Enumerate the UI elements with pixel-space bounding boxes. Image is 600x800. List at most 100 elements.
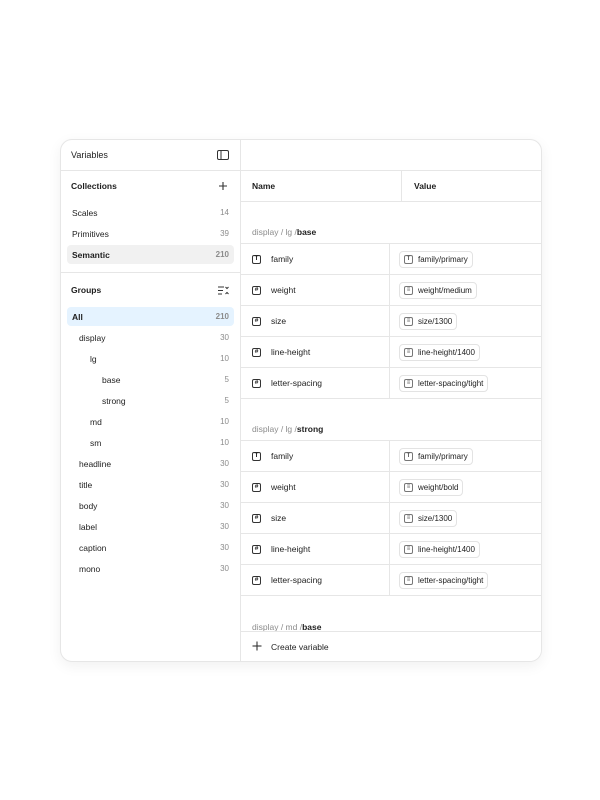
variable-name: weight xyxy=(271,285,296,295)
sidebar: Variables Collections Scales 14 Primitiv… xyxy=(61,140,241,661)
number-type-icon: # xyxy=(252,347,261,357)
collection-item-scales[interactable]: Scales 14 xyxy=(67,203,234,222)
group-path-heading: display / lg / base xyxy=(241,202,541,244)
create-variable-button[interactable]: Create variable xyxy=(241,631,541,661)
column-header-name[interactable]: Name xyxy=(241,171,402,201)
add-collection-icon[interactable] xyxy=(216,179,230,193)
collections-label: Collections xyxy=(71,181,117,191)
panel-title: Variables xyxy=(71,150,108,160)
group-item-sm[interactable]: sm 10 xyxy=(67,433,234,452)
table-row[interactable]: # size ≡ size/1300 xyxy=(241,503,541,534)
number-type-icon: ≡ xyxy=(404,544,413,554)
create-variable-label: Create variable xyxy=(271,641,329,652)
alias-chip[interactable]: ≡ line-height/1400 xyxy=(399,540,480,558)
group-item-body[interactable]: body 30 xyxy=(67,496,234,515)
text-type-icon: T xyxy=(252,451,261,461)
group-path: display / lg / xyxy=(252,424,297,434)
group-item-md[interactable]: md 10 xyxy=(67,412,234,431)
collections-section: Collections Scales 14 Primitives 39 Sema… xyxy=(61,171,240,273)
table-row[interactable]: Tfamily Tfamily/primary xyxy=(241,244,541,275)
group-item-lg[interactable]: lg 10 xyxy=(67,349,234,368)
alias-value: weight/bold xyxy=(418,482,459,492)
group-item-headline[interactable]: headline 30 xyxy=(67,454,234,473)
table-row[interactable]: # weight ≡ weight/bold xyxy=(241,472,541,503)
group-count: 30 xyxy=(220,501,229,510)
table-row[interactable]: # letter-spacing ≡ letter-spacing/tight xyxy=(241,368,541,399)
group-count: 210 xyxy=(215,312,229,321)
alias-chip[interactable]: Tfamily/primary xyxy=(399,250,473,268)
alias-value: line-height/1400 xyxy=(418,544,475,554)
collection-count: 14 xyxy=(220,208,229,217)
alias-value: family/primary xyxy=(418,254,468,264)
alias-value: letter-spacing/tight xyxy=(418,575,484,585)
alias-chip[interactable]: ≡ letter-spacing/tight xyxy=(399,571,489,589)
group-item-title[interactable]: title 30 xyxy=(67,475,234,494)
group-label: display xyxy=(79,332,106,343)
group-path-leaf: strong xyxy=(296,424,324,434)
group-item-strong[interactable]: strong 5 xyxy=(67,391,234,410)
alias-value: line-height/1400 xyxy=(418,347,475,357)
group-item-caption[interactable]: caption 30 xyxy=(67,538,234,557)
alias-chip[interactable]: ≡ letter-spacing/tight xyxy=(399,374,489,392)
alias-chip[interactable]: ≡ size/1300 xyxy=(399,509,458,527)
collection-item-semantic[interactable]: Semantic 210 xyxy=(67,245,234,264)
table-row[interactable]: # line-height ≡ line-height/1400 xyxy=(241,337,541,368)
variable-name: line-height xyxy=(271,544,311,554)
table-row[interactable]: # line-height ≡ line-height/1400 xyxy=(241,534,541,565)
alias-chip[interactable]: ≡ line-height/1400 xyxy=(399,343,480,361)
alias-value: letter-spacing/tight xyxy=(418,378,484,388)
group-label: md xyxy=(90,416,102,427)
collection-label: Primitives xyxy=(72,228,109,239)
group-count: 30 xyxy=(220,543,229,552)
number-type-icon: # xyxy=(252,482,261,492)
group-item-label[interactable]: label 30 xyxy=(67,517,234,536)
table-row[interactable]: # letter-spacing ≡ letter-spacing/tight xyxy=(241,565,541,596)
variable-name: family xyxy=(271,451,294,461)
column-header-value[interactable]: Value xyxy=(402,171,541,201)
group-label: caption xyxy=(79,542,107,553)
group-path: display / lg / xyxy=(252,227,297,237)
text-type-icon: T xyxy=(404,254,413,264)
collection-count: 39 xyxy=(220,229,229,238)
group-label: base xyxy=(102,374,121,385)
sort-groups-icon[interactable] xyxy=(216,283,230,297)
number-type-icon: # xyxy=(252,544,261,554)
group-item-mono[interactable]: mono 30 xyxy=(67,559,234,578)
alias-chip[interactable]: ≡ weight/medium xyxy=(399,281,477,299)
number-type-icon: ≡ xyxy=(404,285,413,295)
main-toolbar xyxy=(241,140,541,171)
group-item-all[interactable]: All 210 xyxy=(67,307,234,326)
group-count: 5 xyxy=(224,375,229,384)
alias-chip[interactable]: Tfamily/primary xyxy=(399,447,473,465)
group-count: 10 xyxy=(220,438,229,447)
collection-label: Scales xyxy=(72,207,98,218)
table-row[interactable]: # weight ≡ weight/medium xyxy=(241,275,541,306)
group-label: sm xyxy=(90,437,102,448)
group-count: 10 xyxy=(220,354,229,363)
collections-header: Collections xyxy=(61,171,240,201)
toggle-sidebar-icon[interactable] xyxy=(216,148,230,162)
number-type-icon: # xyxy=(252,513,261,523)
alias-chip[interactable]: ≡ size/1300 xyxy=(399,312,458,330)
table-row[interactable]: Tfamily Tfamily/primary xyxy=(241,441,541,472)
alias-chip[interactable]: ≡ weight/bold xyxy=(399,478,464,496)
variable-name: letter-spacing xyxy=(271,378,323,388)
number-type-icon: ≡ xyxy=(404,575,413,585)
table-row[interactable]: # size ≡ size/1300 xyxy=(241,306,541,337)
collection-item-primitives[interactable]: Primitives 39 xyxy=(67,224,234,243)
group-label: All xyxy=(72,311,83,322)
group-item-base[interactable]: base 5 xyxy=(67,370,234,389)
variable-name: size xyxy=(271,316,287,326)
group-count: 5 xyxy=(224,396,229,405)
collection-label: Semantic xyxy=(72,249,110,260)
groups-section: Groups All 210 display 30 lg 10 base 5 s… xyxy=(61,273,240,580)
group-label: strong xyxy=(102,395,126,406)
alias-value: weight/medium xyxy=(418,285,472,295)
number-type-icon: ≡ xyxy=(404,482,413,492)
number-type-icon: ≡ xyxy=(404,378,413,388)
variable-name: weight xyxy=(271,482,296,492)
group-path-heading: display / lg / strong xyxy=(241,399,541,441)
text-type-icon: T xyxy=(404,451,413,461)
sidebar-header: Variables xyxy=(61,140,240,171)
group-item-display[interactable]: display 30 xyxy=(67,328,234,347)
